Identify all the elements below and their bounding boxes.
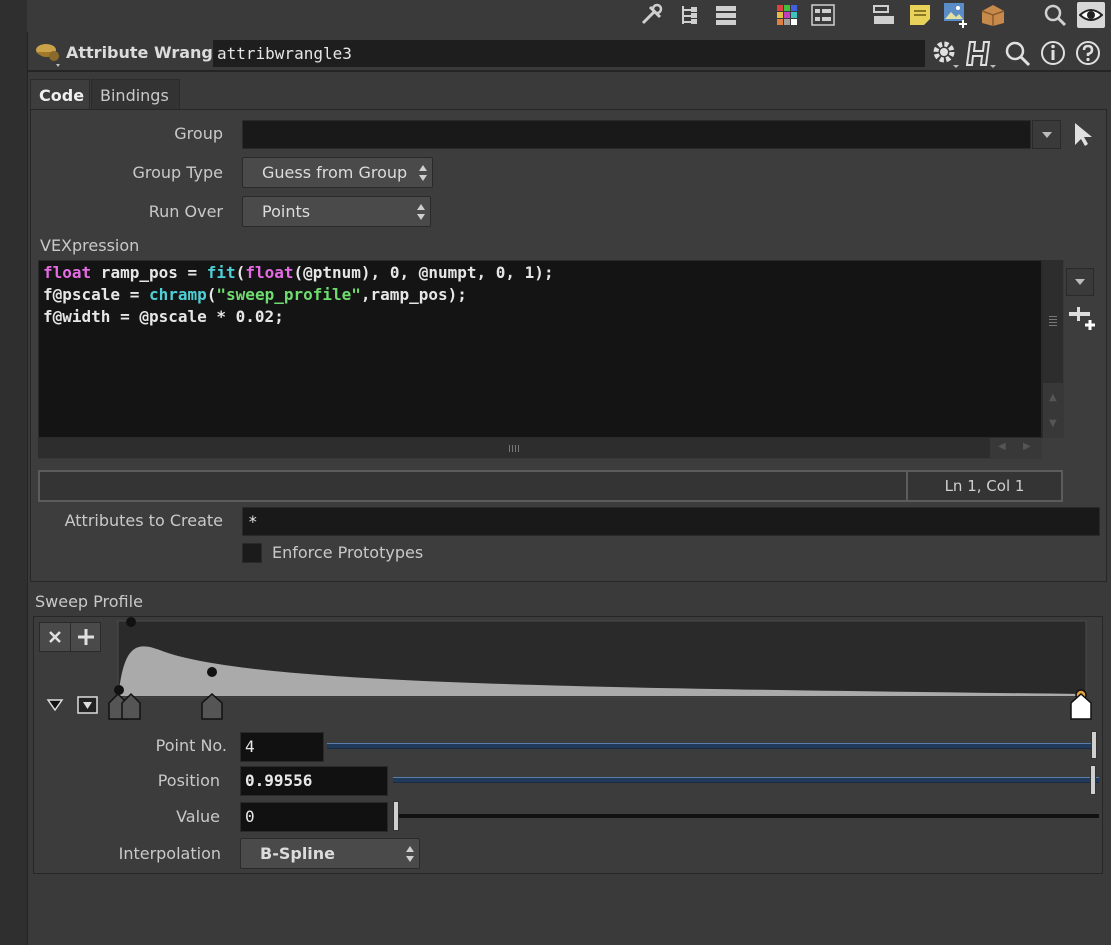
value-label: Value — [176, 807, 220, 826]
position-slider[interactable] — [393, 777, 1099, 783]
point-no-slider[interactable] — [327, 743, 1097, 749]
ramp-control-point[interactable] — [114, 685, 124, 695]
updown-arrows-icon — [406, 846, 414, 862]
interpolation-dropdown[interactable]: B-Spline — [240, 838, 420, 869]
point-no-label: Point No. — [155, 736, 227, 755]
position-field[interactable]: 0.99556 — [240, 766, 388, 796]
value-slider[interactable] — [393, 814, 1099, 818]
position-slider-thumb[interactable] — [1089, 765, 1096, 795]
ramp-control-point[interactable] — [207, 667, 217, 677]
ramp-key-marker[interactable] — [201, 692, 223, 720]
value-slider-thumb[interactable] — [393, 801, 399, 831]
ramp-key-marker[interactable] — [121, 692, 141, 720]
point-no-field[interactable]: 4 — [240, 732, 324, 762]
ramp-key-marker-selected[interactable] — [1070, 692, 1092, 720]
ramp-control-point[interactable] — [126, 617, 136, 627]
value-field[interactable]: 0 — [240, 802, 388, 832]
position-label: Position — [157, 771, 220, 790]
interpolation-value: B-Spline — [260, 844, 336, 863]
collapse-triangle-icon[interactable] — [46, 699, 64, 712]
interpolation-label: Interpolation — [118, 844, 221, 863]
point-no-slider-thumb[interactable] — [1091, 731, 1097, 759]
ramp-graph[interactable] — [0, 0, 1111, 945]
